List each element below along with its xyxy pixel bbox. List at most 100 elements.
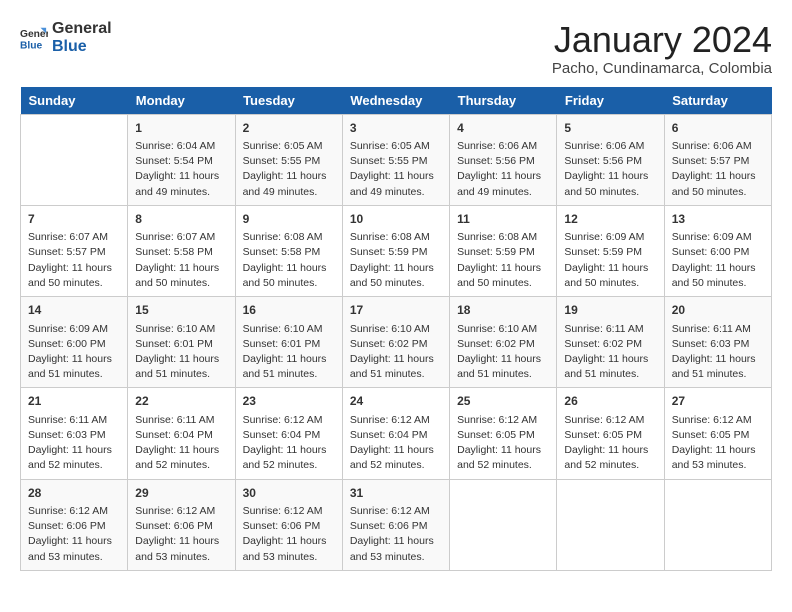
- day-number: 29: [135, 485, 227, 502]
- day-number: 21: [28, 393, 120, 410]
- day-cell: 31Sunrise: 6:12 AMSunset: 6:06 PMDayligh…: [342, 479, 449, 570]
- logo: General Blue General Blue: [20, 20, 112, 55]
- day-cell: 25 Sunrise: 6:12 AMSunset: 6:05 PMDayligh…: [450, 388, 557, 479]
- day-cell: [21, 114, 128, 205]
- header-cell-friday: Friday: [557, 87, 664, 115]
- day-number: 19: [564, 302, 656, 319]
- day-info: Sunrise: 6:11 AMSunset: 6:03 PMDaylight:…: [672, 322, 764, 383]
- day-number: 1: [135, 120, 227, 137]
- day-number: 12: [564, 211, 656, 228]
- day-info: Sunrise: 6:12 AMSunset: 6:05 PMDaylight:…: [564, 413, 656, 474]
- day-info: Sunrise: 6:12 AMSunset: 6:06 PMDaylight:…: [243, 504, 335, 565]
- day-number: 13: [672, 211, 764, 228]
- day-number: 20: [672, 302, 764, 319]
- day-cell: 15 Sunrise: 6:10 AMSunset: 6:01 PMDayligh…: [128, 297, 235, 388]
- day-number: 3: [350, 120, 442, 137]
- day-info: Sunrise: 6:10 AMSunset: 6:02 PMDaylight:…: [350, 322, 442, 383]
- day-info: Sunrise: 6:06 AMSunset: 5:56 PMDaylight:…: [457, 139, 549, 200]
- day-cell: 17 Sunrise: 6:10 AMSunset: 6:02 PMDayligh…: [342, 297, 449, 388]
- main-title: January 2024: [552, 20, 772, 60]
- day-number: 30: [243, 485, 335, 502]
- week-row-2: 7 Sunrise: 6:07 AMSunset: 5:57 PMDaylight…: [21, 205, 772, 296]
- day-info: Sunrise: 6:11 AMSunset: 6:02 PMDaylight:…: [564, 322, 656, 383]
- day-cell: [557, 479, 664, 570]
- logo-icon: General Blue: [20, 24, 48, 52]
- day-cell: 24 Sunrise: 6:12 AMSunset: 6:04 PMDayligh…: [342, 388, 449, 479]
- header-cell-thursday: Thursday: [450, 87, 557, 115]
- day-number: 15: [135, 302, 227, 319]
- day-cell: 26 Sunrise: 6:12 AMSunset: 6:05 PMDayligh…: [557, 388, 664, 479]
- day-info: Sunrise: 6:09 AMSunset: 5:59 PMDaylight:…: [564, 230, 656, 291]
- day-cell: 8 Sunrise: 6:07 AMSunset: 5:58 PMDaylight…: [128, 205, 235, 296]
- day-number: 28: [28, 485, 120, 502]
- day-cell: 10Sunrise: 6:08 AMSunset: 5:59 PMDayligh…: [342, 205, 449, 296]
- day-info: Sunrise: 6:06 AMSunset: 5:57 PMDaylight:…: [672, 139, 764, 200]
- day-number: 7: [28, 211, 120, 228]
- day-number: 8: [135, 211, 227, 228]
- day-info: Sunrise: 6:07 AMSunset: 5:58 PMDaylight:…: [135, 230, 227, 291]
- svg-text:Blue: Blue: [20, 40, 43, 51]
- title-block: January 2024 Pacho, Cundinamarca, Colomb…: [552, 20, 772, 77]
- day-info: Sunrise: 6:08 AMSunset: 5:58 PMDaylight:…: [243, 230, 335, 291]
- day-number: 23: [243, 393, 335, 410]
- day-number: 27: [672, 393, 764, 410]
- day-number: 17: [350, 302, 442, 319]
- week-row-5: 28 Sunrise: 6:12 AMSunset: 6:06 PMDayligh…: [21, 479, 772, 570]
- day-number: 11: [457, 211, 549, 228]
- day-info: Sunrise: 6:12 AMSunset: 6:05 PMDaylight:…: [672, 413, 764, 474]
- day-cell: 13Sunrise: 6:09 AMSunset: 6:00 PMDayligh…: [664, 205, 771, 296]
- day-cell: 12 Sunrise: 6:09 AMSunset: 5:59 PMDayligh…: [557, 205, 664, 296]
- day-info: Sunrise: 6:12 AMSunset: 6:04 PMDaylight:…: [243, 413, 335, 474]
- day-cell: 9Sunrise: 6:08 AMSunset: 5:58 PMDaylight…: [235, 205, 342, 296]
- day-info: Sunrise: 6:10 AMSunset: 6:02 PMDaylight:…: [457, 322, 549, 383]
- day-cell: 14 Sunrise: 6:09 AMSunset: 6:00 PMDayligh…: [21, 297, 128, 388]
- day-cell: 1Sunrise: 6:04 AMSunset: 5:54 PMDaylight…: [128, 114, 235, 205]
- page-header: General Blue General Blue January 2024 P…: [20, 20, 772, 77]
- header-cell-saturday: Saturday: [664, 87, 771, 115]
- week-row-1: 1Sunrise: 6:04 AMSunset: 5:54 PMDaylight…: [21, 114, 772, 205]
- day-info: Sunrise: 6:12 AMSunset: 6:04 PMDaylight:…: [350, 413, 442, 474]
- day-cell: 30 Sunrise: 6:12 AMSunset: 6:06 PMDayligh…: [235, 479, 342, 570]
- day-number: 25: [457, 393, 549, 410]
- header-cell-monday: Monday: [128, 87, 235, 115]
- day-cell: 16 Sunrise: 6:10 AMSunset: 6:01 PMDayligh…: [235, 297, 342, 388]
- day-cell: 2 Sunrise: 6:05 AMSunset: 5:55 PMDaylight…: [235, 114, 342, 205]
- day-number: 2: [243, 120, 335, 137]
- day-cell: 4Sunrise: 6:06 AMSunset: 5:56 PMDaylight…: [450, 114, 557, 205]
- day-info: Sunrise: 6:10 AMSunset: 6:01 PMDaylight:…: [243, 322, 335, 383]
- day-info: Sunrise: 6:05 AMSunset: 5:55 PMDaylight:…: [243, 139, 335, 200]
- logo-general: General: [52, 20, 112, 38]
- week-row-4: 21 Sunrise: 6:11 AMSunset: 6:03 PMDayligh…: [21, 388, 772, 479]
- day-number: 18: [457, 302, 549, 319]
- day-info: Sunrise: 6:07 AMSunset: 5:57 PMDaylight:…: [28, 230, 120, 291]
- day-number: 6: [672, 120, 764, 137]
- day-info: Sunrise: 6:10 AMSunset: 6:01 PMDaylight:…: [135, 322, 227, 383]
- day-cell: 11 Sunrise: 6:08 AMSunset: 5:59 PMDayligh…: [450, 205, 557, 296]
- day-info: Sunrise: 6:05 AMSunset: 5:55 PMDaylight:…: [350, 139, 442, 200]
- day-info: Sunrise: 6:12 AMSunset: 6:06 PMDaylight:…: [135, 504, 227, 565]
- day-number: 26: [564, 393, 656, 410]
- day-info: Sunrise: 6:08 AMSunset: 5:59 PMDaylight:…: [350, 230, 442, 291]
- day-info: Sunrise: 6:09 AMSunset: 6:00 PMDaylight:…: [28, 322, 120, 383]
- day-number: 14: [28, 302, 120, 319]
- day-cell: 20 Sunrise: 6:11 AMSunset: 6:03 PMDayligh…: [664, 297, 771, 388]
- day-number: 31: [350, 485, 442, 502]
- day-cell: 18 Sunrise: 6:10 AMSunset: 6:02 PMDayligh…: [450, 297, 557, 388]
- day-cell: [664, 479, 771, 570]
- day-info: Sunrise: 6:12 AMSunset: 6:05 PMDaylight:…: [457, 413, 549, 474]
- day-number: 24: [350, 393, 442, 410]
- day-number: 16: [243, 302, 335, 319]
- header-cell-sunday: Sunday: [21, 87, 128, 115]
- day-cell: 22 Sunrise: 6:11 AMSunset: 6:04 PMDayligh…: [128, 388, 235, 479]
- day-cell: 5Sunrise: 6:06 AMSunset: 5:56 PMDaylight…: [557, 114, 664, 205]
- day-cell: 21 Sunrise: 6:11 AMSunset: 6:03 PMDayligh…: [21, 388, 128, 479]
- day-number: 22: [135, 393, 227, 410]
- day-cell: 27 Sunrise: 6:12 AMSunset: 6:05 PMDayligh…: [664, 388, 771, 479]
- day-info: Sunrise: 6:08 AMSunset: 5:59 PMDaylight:…: [457, 230, 549, 291]
- day-cell: 29 Sunrise: 6:12 AMSunset: 6:06 PMDayligh…: [128, 479, 235, 570]
- day-info: Sunrise: 6:11 AMSunset: 6:04 PMDaylight:…: [135, 413, 227, 474]
- calendar-header-row: SundayMondayTuesdayWednesdayThursdayFrid…: [21, 87, 772, 115]
- week-row-3: 14 Sunrise: 6:09 AMSunset: 6:00 PMDayligh…: [21, 297, 772, 388]
- day-cell: 23 Sunrise: 6:12 AMSunset: 6:04 PMDayligh…: [235, 388, 342, 479]
- day-info: Sunrise: 6:11 AMSunset: 6:03 PMDaylight:…: [28, 413, 120, 474]
